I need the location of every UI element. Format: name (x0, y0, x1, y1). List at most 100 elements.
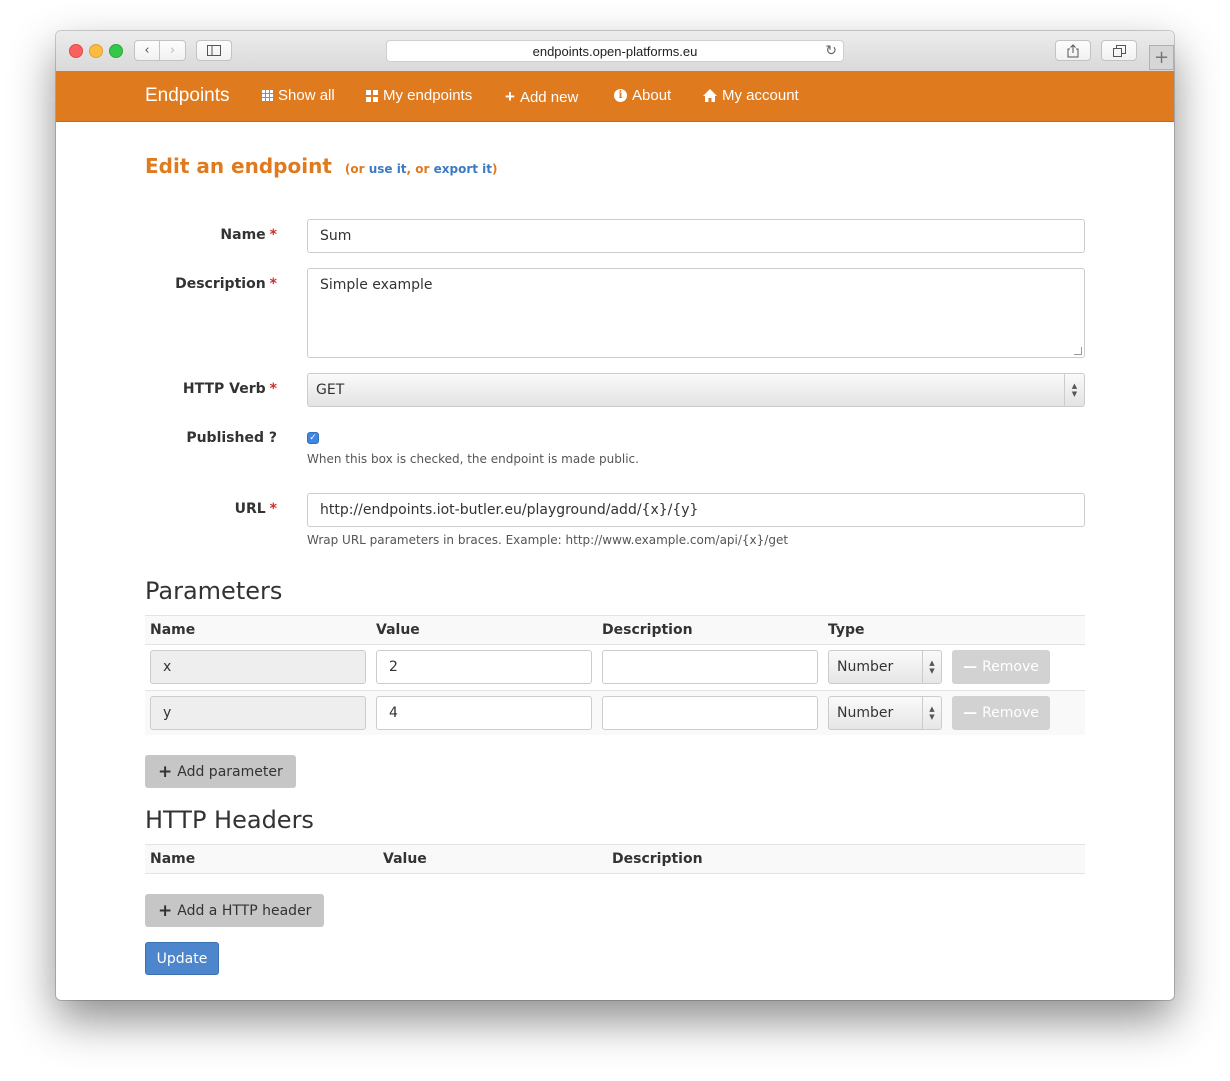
param-name-input[interactable]: y (150, 696, 366, 730)
column-header-description: Description (602, 622, 693, 638)
required-mark: * (269, 381, 277, 397)
nav-my-endpoints-label: My endpoints (383, 87, 473, 104)
required-mark: * (269, 227, 277, 243)
name-input-value: Sum (320, 228, 352, 244)
navbar-brand[interactable]: Endpoints (145, 85, 230, 107)
title-paren-open: (or (344, 162, 369, 176)
update-button[interactable]: Update (145, 942, 219, 975)
http-headers-heading: HTTP Headers (145, 806, 314, 834)
published-label: Published ? (87, 430, 277, 446)
url-input-value: http://endpoints.iot-butler.eu/playgroun… (320, 502, 699, 518)
url-input[interactable]: http://endpoints.iot-butler.eu/playgroun… (307, 493, 1085, 527)
nav-about-label: About (632, 87, 672, 104)
description-textarea[interactable]: Simple example (307, 268, 1085, 358)
required-mark: * (269, 276, 277, 292)
minus-icon: — (963, 705, 978, 721)
page-title-text: Edit an endpoint (145, 154, 332, 178)
nav-my-account-label: My account (722, 87, 799, 104)
new-tab-button[interactable]: + (1149, 45, 1174, 70)
http-verb-select[interactable]: GET ▲ ▼ (307, 373, 1085, 407)
back-button[interactable]: ‹ (134, 40, 160, 61)
remove-parameter-button[interactable]: — Remove (952, 696, 1050, 730)
url-help-text: Wrap URL parameters in braces. Example: … (307, 533, 789, 547)
minimize-window-button[interactable] (89, 44, 103, 58)
param-value-value: 4 (389, 705, 398, 721)
show-tabs-button[interactable] (1101, 40, 1137, 61)
th-grid-icon (262, 90, 273, 101)
param-type-select[interactable]: Number ▲ ▼ (828, 696, 942, 730)
app-navbar: Endpoints Show all My endpoints + Add ne… (56, 71, 1174, 122)
browser-titlebar: ‹ › endpoints.open-platforms.eu ↻ + (56, 31, 1174, 72)
param-name-value: x (163, 659, 172, 675)
chevron-left-icon: ‹ (144, 43, 150, 58)
export-it-link[interactable]: export it (434, 162, 492, 176)
select-arrows-icon: ▲ ▼ (1064, 374, 1084, 406)
tabs-icon (1112, 44, 1126, 57)
sidebar-toggle-button[interactable] (196, 40, 232, 61)
nav-add-new[interactable]: + Add new (505, 87, 578, 107)
param-value-value: 2 (389, 659, 398, 675)
nav-add-new-label: Add new (519, 88, 579, 106)
reload-icon[interactable]: ↻ (825, 42, 837, 59)
http-verb-label: HTTP Verb * (87, 381, 277, 397)
url-label: URL * (87, 501, 277, 517)
http-verb-label-text: HTTP Verb (182, 381, 266, 397)
remove-parameter-button[interactable]: — Remove (952, 650, 1050, 684)
param-description-input[interactable] (602, 696, 818, 730)
nav-show-all-label: Show all (278, 87, 335, 104)
column-header-name: Name (150, 851, 196, 867)
add-parameter-button[interactable]: + Add parameter (145, 755, 296, 788)
remove-button-label: Remove (982, 705, 1039, 721)
forward-button[interactable]: › (160, 40, 186, 61)
description-textarea-value: Simple example (320, 277, 433, 293)
nav-my-account[interactable]: My account (703, 87, 799, 104)
sidebar-icon (207, 45, 221, 56)
use-it-link[interactable]: use it (369, 162, 407, 176)
select-arrows-icon: ▲ ▼ (922, 651, 941, 683)
column-header-value: Value (376, 622, 420, 638)
published-label-text: Published ? (186, 430, 277, 446)
chevron-right-icon: › (169, 43, 176, 58)
th-large-icon (366, 89, 378, 102)
name-label: Name * (87, 227, 277, 243)
nav-show-all[interactable]: Show all (262, 87, 335, 104)
table-row: x 2 Number ▲ ▼ — Remove (145, 645, 1085, 690)
description-label: Description * (87, 276, 277, 292)
zoom-window-button[interactable] (109, 44, 123, 58)
add-http-header-button[interactable]: + Add a HTTP header (145, 894, 325, 927)
share-button[interactable] (1055, 40, 1091, 61)
add-http-header-label: Add a HTTP header (177, 902, 312, 919)
param-value-input[interactable]: 2 (376, 650, 592, 684)
page-title-links: (or use it, or export it) (345, 162, 498, 176)
browser-window: ‹ › endpoints.open-platforms.eu ↻ + Endp… (56, 31, 1174, 1000)
title-separator: , or (406, 162, 434, 176)
name-input[interactable]: Sum (307, 219, 1085, 253)
published-checkbox[interactable]: ✓ (307, 432, 319, 444)
resize-grip-icon[interactable] (1074, 347, 1082, 355)
param-type-select[interactable]: Number ▲ ▼ (828, 650, 942, 684)
http-verb-value: GET (316, 382, 345, 398)
table-row: y 4 Number ▲ ▼ — Remove (145, 690, 1085, 735)
param-name-value: y (163, 705, 172, 721)
headers-table-header: Name Value Description (145, 844, 1085, 874)
column-header-value: Value (383, 851, 427, 867)
plus-icon: + (158, 900, 173, 921)
title-paren-close: ) (492, 162, 498, 176)
address-bar[interactable]: endpoints.open-platforms.eu ↻ (386, 40, 844, 62)
add-parameter-label: Add parameter (177, 763, 283, 780)
param-type-value: Number (837, 659, 894, 675)
select-arrows-icon: ▲ ▼ (922, 697, 941, 729)
minus-icon: — (963, 659, 978, 675)
param-name-input[interactable]: x (150, 650, 366, 684)
name-label-text: Name (220, 227, 266, 243)
close-window-button[interactable] (69, 44, 83, 58)
param-description-input[interactable] (602, 650, 818, 684)
nav-about[interactable]: i About (614, 87, 671, 104)
nav-my-endpoints[interactable]: My endpoints (366, 87, 472, 104)
param-value-input[interactable]: 4 (376, 696, 592, 730)
page-title: Edit an endpoint (or use it, or export i… (145, 154, 498, 178)
home-icon (703, 89, 717, 102)
required-mark: * (269, 501, 277, 517)
plus-icon: + (158, 761, 173, 782)
column-header-description: Description (612, 851, 703, 867)
